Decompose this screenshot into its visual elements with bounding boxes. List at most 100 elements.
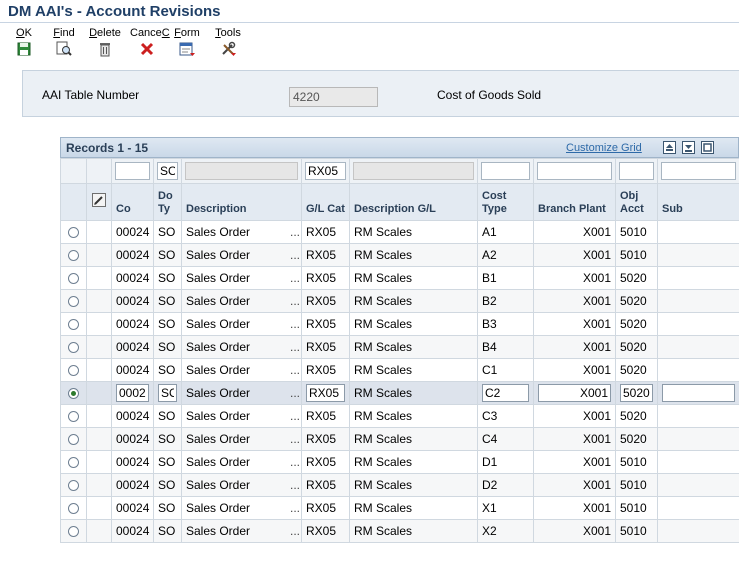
table-row[interactable]: 00024 SO... Sales Order RX05 RM Scales B3 X001… [60, 312, 739, 336]
table-row[interactable]: 00024 SO... Sales Order RX05 RM Scales B1 X001… [60, 266, 739, 290]
cell-co: 00024 [116, 294, 150, 308]
filter-cost-type[interactable] [481, 162, 530, 180]
more-ellipsis[interactable]: ... [290, 478, 300, 492]
more-ellipsis[interactable]: ... [290, 363, 300, 377]
row-select-radio[interactable] [68, 227, 79, 239]
table-row[interactable]: 00024 SO... Sales Order RX05 RM Scales D1 X001… [60, 450, 739, 474]
cell-description: Sales Order [186, 294, 251, 308]
export-grid-icon[interactable] [663, 141, 676, 154]
table-row[interactable]: ... Sales Order RM Scales [60, 381, 739, 405]
col-glcat[interactable]: G/L Cat [301, 183, 350, 221]
filter-doty[interactable] [157, 162, 178, 180]
cell-co: 00024 [116, 340, 150, 354]
more-ellipsis[interactable]: ... [290, 524, 300, 538]
row-select-radio[interactable] [68, 342, 79, 354]
row-select-radio[interactable] [68, 273, 79, 285]
cell-description-gl: RM Scales [354, 225, 413, 239]
table-row[interactable]: 00024 SO... Sales Order RX05 RM Scales B2 X001… [60, 289, 739, 313]
row-select-radio[interactable] [68, 319, 79, 331]
more-ellipsis[interactable]: ... [290, 317, 300, 331]
table-row[interactable]: 00024 SO... Sales Order RX05 RM Scales C4 X001… [60, 427, 739, 451]
cell-glcat-input[interactable] [306, 384, 345, 402]
cell-doty: SO [158, 455, 176, 469]
row-select-radio[interactable] [68, 411, 79, 423]
import-grid-icon[interactable] [682, 141, 695, 154]
form-button[interactable]: Form [173, 27, 201, 57]
col-cost-type[interactable]: Cost Type [477, 183, 534, 221]
cell-cost-type-input[interactable] [482, 384, 529, 402]
row-select-radio[interactable] [68, 480, 79, 492]
cell-glcat: RX05 [306, 409, 337, 423]
delete-button[interactable]: Delete [89, 27, 121, 57]
row-select-radio[interactable] [68, 388, 79, 400]
cell-obj-acct: 5020 [620, 294, 647, 308]
more-ellipsis[interactable]: ... [290, 432, 300, 446]
delete-label: elete [97, 27, 121, 39]
cancel-button[interactable]: CanceC [130, 27, 170, 57]
row-select-radio[interactable] [68, 503, 79, 515]
table-row[interactable]: 00024 SO... Sales Order RX05 RM Scales X2 X001… [60, 519, 739, 543]
table-row[interactable]: 00024 SO... Sales Order RX05 RM Scales X1 X001… [60, 496, 739, 520]
col-co[interactable]: Co [111, 183, 154, 221]
find-button[interactable]: Find [52, 27, 76, 57]
more-ellipsis[interactable]: ... [290, 455, 300, 469]
ok-button[interactable]: OK [14, 27, 34, 57]
table-row[interactable]: 00024 SO... Sales Order RX05 RM Scales B4 X001… [60, 335, 739, 359]
row-select-radio[interactable] [68, 457, 79, 469]
table-row[interactable]: 00024 SO... Sales Order RX05 RM Scales C3 X001… [60, 404, 739, 428]
col-doty[interactable]: Do Ty [153, 183, 182, 221]
col-obj-acct[interactable]: Obj Acct [615, 183, 658, 221]
cell-doty: SO [158, 524, 176, 538]
filter-sub[interactable] [661, 162, 736, 180]
col-description[interactable]: Description [181, 183, 302, 221]
tools-button[interactable]: Tools [214, 27, 242, 57]
row-select-radio[interactable] [68, 526, 79, 538]
table-row[interactable]: 00024 SO... Sales Order RX05 RM Scales C1 X001… [60, 358, 739, 382]
cell-co-input[interactable] [116, 384, 149, 402]
cell-description-gl: RM Scales [354, 409, 413, 423]
row-select-radio[interactable] [68, 434, 79, 446]
cell-description: Sales Order [186, 317, 251, 331]
customize-grid-link[interactable]: Customize Grid [566, 142, 642, 154]
more-ellipsis[interactable]: ... [290, 340, 300, 354]
cell-branch-plant-input[interactable] [538, 384, 611, 402]
more-ellipsis[interactable]: ... [290, 248, 300, 262]
cancel-label-a: Cance [130, 27, 162, 39]
cell-obj-acct: 5020 [620, 271, 647, 285]
col-description-gl[interactable]: Description G/L [349, 183, 478, 221]
table-row[interactable]: 00024 SO... Sales Order RX05 RM Scales A2 X001… [60, 243, 739, 267]
filter-branch-plant[interactable] [537, 162, 612, 180]
cell-obj-acct-input[interactable] [620, 384, 653, 402]
filter-co[interactable] [115, 162, 150, 180]
cell-obj-acct: 5010 [620, 225, 647, 239]
aai-table-number-label: AAI Table Number [42, 88, 140, 102]
cell-co: 00024 [116, 363, 150, 377]
table-row[interactable]: 00024 SO... Sales Order RX05 RM Scales A1 X001… [60, 220, 739, 244]
more-ellipsis[interactable]: ... [290, 386, 300, 400]
filter-glcat[interactable] [305, 162, 346, 180]
cell-branch-plant: X001 [582, 501, 611, 515]
filter-obj-acct[interactable] [619, 162, 654, 180]
col-branch-plant[interactable]: Branch Plant [533, 183, 616, 221]
cell-cost-type: B4 [482, 340, 497, 354]
cell-description-gl: RM Scales [354, 501, 413, 515]
more-ellipsis[interactable]: ... [290, 225, 300, 239]
cancel-key: C [161, 27, 170, 39]
trash-icon [100, 43, 110, 57]
cell-sub-input[interactable] [662, 384, 735, 402]
edit-row-icon[interactable] [92, 192, 106, 207]
more-ellipsis[interactable]: ... [290, 271, 300, 285]
col-sub[interactable]: Sub [657, 183, 739, 221]
row-select-radio[interactable] [68, 365, 79, 377]
more-ellipsis[interactable]: ... [290, 501, 300, 515]
table-row[interactable]: 00024 SO... Sales Order RX05 RM Scales D2 X001… [60, 473, 739, 497]
cell-description-gl: RM Scales [354, 478, 413, 492]
maximize-grid-icon[interactable] [701, 141, 714, 154]
more-ellipsis[interactable]: ... [290, 294, 300, 308]
form-icon [179, 42, 195, 56]
aai-table-number-field[interactable] [289, 87, 378, 107]
cell-doty-input[interactable] [158, 384, 177, 402]
row-select-radio[interactable] [68, 296, 79, 308]
row-select-radio[interactable] [68, 250, 79, 262]
more-ellipsis[interactable]: ... [290, 409, 300, 423]
